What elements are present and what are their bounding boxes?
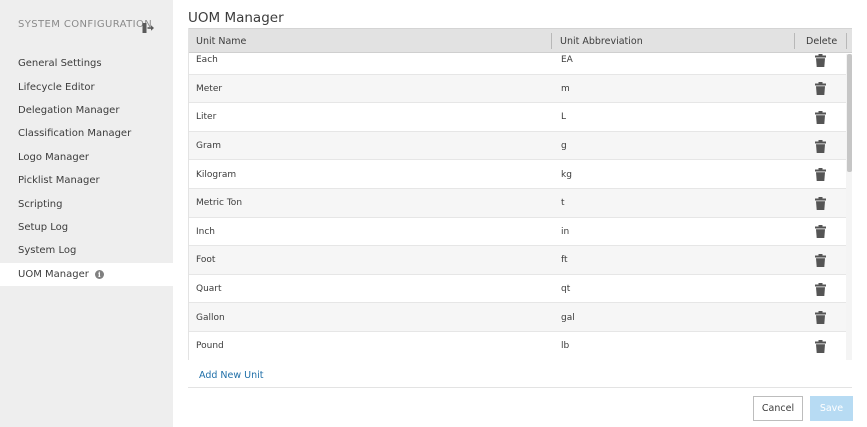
sidebar-item-label: Delegation Manager [18, 104, 120, 116]
column-divider[interactable] [551, 33, 552, 49]
unit-name-cell: Kilogram [196, 169, 237, 180]
sidebar-header: SYSTEM CONFIGURATION [18, 19, 158, 33]
sidebar-item-delegation-manager[interactable]: Delegation Manager [0, 99, 173, 122]
sidebar-item-label: System Log [18, 245, 77, 257]
table-row: Kilogram kg [189, 160, 847, 189]
save-button[interactable]: Save [810, 396, 853, 421]
sidebar-item-uom-manager[interactable]: UOM Manager i [0, 262, 173, 286]
sidebar: SYSTEM CONFIGURATION General Settings Li… [0, 0, 173, 427]
table-row: Metric Ton t [189, 188, 847, 218]
sidebar-item-label: UOM Manager [18, 268, 89, 280]
trash-icon[interactable] [813, 275, 827, 304]
main-panel: UOM Manager Each EA Meter m Liter L Gram… [173, 0, 867, 427]
unit-abbreviation-cell: m [561, 83, 570, 94]
column-header-unit-abbreviation[interactable]: Unit Abbreviation [560, 29, 643, 53]
sidebar-item-label: Scripting [18, 198, 63, 210]
unit-name-cell: Foot [196, 255, 216, 266]
unit-abbreviation-cell: qt [561, 284, 571, 295]
sidebar-item-label: Logo Manager [18, 151, 89, 163]
page-title: UOM Manager [188, 10, 284, 26]
table-row: Gallon gal [189, 303, 847, 332]
trash-icon[interactable] [813, 160, 827, 189]
unit-name-cell: Pound [196, 341, 224, 352]
table-row: Gram g [189, 131, 847, 161]
sidebar-item-picklist-manager[interactable]: Picklist Manager [0, 169, 173, 192]
table-row: Foot ft [189, 246, 847, 275]
column-divider[interactable] [846, 33, 847, 49]
table-row: Liter L [189, 103, 847, 132]
trash-icon[interactable] [813, 332, 827, 360]
info-icon[interactable]: i [94, 269, 104, 279]
unit-abbreviation-cell: kg [561, 169, 572, 180]
trash-icon[interactable] [813, 303, 827, 332]
collapse-panel-icon[interactable] [142, 19, 154, 33]
sidebar-item-classification-manager[interactable]: Classification Manager [0, 122, 173, 145]
sidebar-item-setup-log[interactable]: Setup Log [0, 216, 173, 239]
footer-divider [188, 387, 852, 388]
unit-name-cell: Gram [196, 141, 221, 152]
vertical-scrollbar[interactable] [846, 54, 852, 360]
unit-name-cell: Liter [196, 112, 217, 123]
unit-name-cell: Gallon [196, 312, 225, 323]
sidebar-item-system-log[interactable]: System Log [0, 239, 173, 262]
unit-abbreviation-cell: g [561, 141, 567, 152]
unit-abbreviation-cell: ft [561, 255, 568, 266]
table-row: Pound lb [189, 332, 847, 360]
table-body: Each EA Meter m Liter L Gram g Kilogram [189, 46, 847, 360]
trash-icon[interactable] [813, 218, 827, 247]
sidebar-title: SYSTEM CONFIGURATION [18, 19, 153, 30]
unit-abbreviation-cell: L [561, 112, 567, 123]
table-row: Meter m [189, 74, 847, 104]
column-header-unit-name[interactable]: Unit Name [196, 29, 246, 53]
sidebar-item-label: General Settings [18, 58, 102, 70]
unit-abbreviation-cell: in [561, 226, 570, 237]
unit-name-cell: Inch [196, 226, 216, 237]
column-divider[interactable] [794, 33, 795, 49]
table-row: Quart qt [189, 275, 847, 304]
sidebar-item-label: Setup Log [18, 221, 69, 233]
sidebar-item-label: Classification Manager [18, 128, 132, 140]
trash-icon[interactable] [813, 246, 827, 275]
sidebar-nav: General Settings Lifecycle Editor Delega… [0, 52, 173, 286]
sidebar-item-label: Picklist Manager [18, 175, 100, 187]
scrollbar-thumb[interactable] [847, 54, 852, 172]
add-new-unit-link[interactable]: Add New Unit [199, 370, 264, 381]
trash-icon[interactable] [813, 103, 827, 132]
trash-icon[interactable] [813, 189, 827, 218]
sidebar-item-scripting[interactable]: Scripting [0, 192, 173, 215]
unit-name-cell: Meter [196, 83, 223, 94]
unit-abbreviation-cell: lb [561, 341, 570, 352]
unit-abbreviation-cell: gal [561, 312, 575, 323]
unit-abbreviation-cell: t [561, 198, 565, 209]
uom-table: Each EA Meter m Liter L Gram g Kilogram [188, 28, 852, 360]
unit-name-cell: Metric Ton [196, 198, 243, 209]
column-header-delete: Delete [806, 35, 838, 47]
cancel-button[interactable]: Cancel [753, 396, 803, 421]
sidebar-item-logo-manager[interactable]: Logo Manager [0, 146, 173, 169]
unit-name-cell: Quart [196, 284, 222, 295]
trash-icon[interactable] [813, 75, 827, 104]
sidebar-item-lifecycle-editor[interactable]: Lifecycle Editor [0, 75, 173, 98]
table-header: Unit Name Unit Abbreviation Delete [189, 28, 852, 53]
sidebar-item-label: Lifecycle Editor [18, 81, 95, 93]
trash-icon[interactable] [813, 132, 827, 161]
table-row: Inch in [189, 218, 847, 247]
sidebar-item-general-settings[interactable]: General Settings [0, 52, 173, 75]
